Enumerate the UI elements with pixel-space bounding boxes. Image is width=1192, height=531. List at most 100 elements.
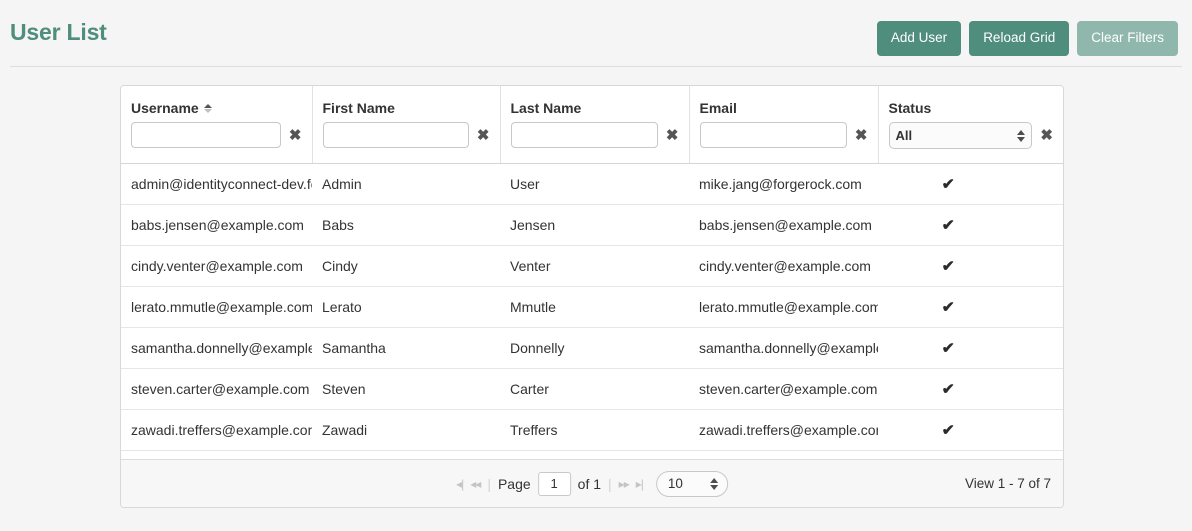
column-header-first-name-label: First Name — [322, 100, 395, 116]
clear-filter-first-name-icon[interactable]: ✖ — [475, 128, 492, 143]
pager-divider-left: | — [487, 475, 491, 492]
page-size-value: 10 — [667, 476, 683, 491]
filter-input-last-name[interactable] — [510, 122, 658, 148]
clear-filter-email-icon[interactable]: ✖ — [853, 128, 870, 143]
last-name-cell: Venter — [500, 245, 689, 287]
clear-filter-status-icon[interactable]: ✖ — [1038, 128, 1055, 143]
column-header-username-label: Username — [131, 100, 199, 116]
clear-filter-username-icon[interactable]: ✖ — [287, 128, 304, 143]
column-header-first-name[interactable]: First Name ✖ — [312, 86, 501, 164]
email-cell: mike.jang@forgerock.com — [689, 163, 878, 205]
filter-row-email: ✖ — [690, 118, 878, 162]
table-row[interactable]: lerato.mmutle@example.com Lerato Mmutle ler… — [121, 286, 1063, 328]
grid-footer: ◂| ◂◂ | Page of 1 | ▸▸ ▸| 10 View 1 - 7 … — [121, 459, 1063, 507]
email-cell: zawadi.treffers@example.com — [689, 409, 878, 451]
column-header-email-label-wrap: Email — [690, 86, 878, 118]
username-cell: babs.jensen@example.com — [121, 204, 312, 246]
email-cell: babs.jensen@example.com — [689, 204, 878, 246]
header-divider — [10, 66, 1182, 67]
user-grid-panel: Username ✖ First Name ✖ Last Name ✖ Emai… — [120, 85, 1064, 508]
user-grid-table: Username ✖ First Name ✖ Last Name ✖ Emai… — [121, 86, 1063, 451]
last-page-icon[interactable]: ▸| — [636, 477, 644, 491]
page-total-label: of 1 — [577, 475, 602, 492]
header-actions: Add User Reload Grid Clear Filters — [876, 21, 1178, 56]
filter-input-email[interactable] — [699, 122, 847, 148]
status-cell: ✔ — [878, 204, 1063, 246]
table-row[interactable]: cindy.venter@example.com Cindy Venter cindy… — [121, 245, 1063, 287]
first-name-cell: Lerato — [312, 286, 500, 328]
column-header-username-label-wrap: Username — [121, 86, 312, 118]
username-cell: admin@identityconnect-dev.forgerock.com — [121, 163, 312, 205]
status-check-icon: ✔ — [941, 258, 956, 275]
filter-input-first-name[interactable] — [322, 122, 469, 148]
table-row[interactable]: babs.jensen@example.com Babs Jensen babs.je… — [121, 204, 1063, 246]
last-name-cell: User — [500, 163, 689, 205]
page-size-spinner-icon — [709, 477, 718, 490]
first-name-cell: Steven — [312, 368, 500, 410]
username-cell: samantha.donnelly@example.com — [121, 327, 312, 369]
email-cell: cindy.venter@example.com — [689, 245, 878, 287]
last-name-cell: Treffers — [500, 409, 689, 451]
reload-grid-button[interactable]: Reload Grid — [969, 21, 1070, 56]
last-name-cell: Carter — [500, 368, 689, 410]
table-row[interactable]: zawadi.treffers@example.com Zawadi Treffer… — [121, 409, 1063, 451]
first-name-cell: Babs — [312, 204, 500, 246]
page-number-input[interactable] — [537, 471, 571, 496]
email-cell: steven.carter@example.com — [689, 368, 878, 410]
status-cell: ✔ — [878, 409, 1063, 451]
filter-row-username: ✖ — [121, 118, 312, 162]
username-cell: zawadi.treffers@example.com — [121, 409, 312, 451]
username-cell: lerato.mmutle@example.com — [121, 286, 312, 328]
grid-body: admin@identityconnect-dev.forgerock.comA… — [121, 163, 1063, 451]
status-check-icon: ✔ — [941, 381, 956, 398]
column-header-last-name[interactable]: Last Name ✖ — [500, 86, 690, 164]
previous-page-icon[interactable]: ◂◂ — [470, 477, 481, 491]
last-name-cell: Donnelly — [500, 327, 689, 369]
add-user-button[interactable]: Add User — [876, 21, 962, 56]
filter-row-first-name: ✖ — [313, 118, 500, 162]
last-name-cell: Jensen — [500, 204, 689, 246]
page-title: User List — [10, 19, 107, 45]
first-page-icon[interactable]: ◂| — [456, 477, 464, 491]
grid-header: Username ✖ First Name ✖ Last Name ✖ Emai… — [121, 86, 1063, 164]
column-header-username[interactable]: Username ✖ — [121, 86, 313, 164]
clear-filters-button[interactable]: Clear Filters — [1077, 21, 1178, 56]
email-cell: lerato.mmutle@example.com — [689, 286, 878, 328]
status-check-icon: ✔ — [941, 217, 956, 234]
table-row[interactable]: steven.carter@example.com Steven Carter ste… — [121, 368, 1063, 410]
filter-row-last-name: ✖ — [501, 118, 689, 162]
filter-select-status-value: All — [895, 128, 913, 143]
pager-divider-right: | — [608, 475, 612, 492]
next-page-icon[interactable]: ▸▸ — [619, 477, 630, 491]
status-check-icon: ✔ — [941, 299, 956, 316]
column-header-email[interactable]: Email ✖ — [689, 86, 879, 164]
filter-row-status: All ✖ — [879, 118, 1064, 163]
first-name-cell: Zawadi — [312, 409, 500, 451]
status-check-icon: ✔ — [941, 422, 956, 439]
status-check-icon: ✔ — [941, 340, 956, 357]
first-name-cell: Cindy — [312, 245, 500, 287]
sort-ascending-icon[interactable] — [203, 103, 212, 114]
column-header-email-label: Email — [699, 100, 737, 116]
record-count-label: View 1 - 7 of 7 — [964, 476, 1051, 491]
email-cell: samantha.donnelly@example.com — [689, 327, 878, 369]
status-cell: ✔ — [878, 286, 1063, 328]
pagination-controls: ◂| ◂◂ | Page of 1 | ▸▸ ▸| 10 — [456, 470, 728, 497]
filter-input-username[interactable] — [131, 122, 281, 148]
column-header-status[interactable]: Status All ✖ — [878, 86, 1063, 164]
first-name-cell: Admin — [312, 163, 500, 205]
first-name-cell: Samantha — [312, 327, 500, 369]
status-cell: ✔ — [878, 368, 1063, 410]
select-spinner-icon — [1017, 129, 1026, 142]
username-cell: cindy.venter@example.com — [121, 245, 312, 287]
clear-filter-last-name-icon[interactable]: ✖ — [664, 128, 681, 143]
table-row[interactable]: admin@identityconnect-dev.forgerock.comA… — [121, 163, 1063, 205]
page-label: Page — [497, 475, 531, 492]
status-cell: ✔ — [878, 327, 1063, 369]
page-size-select[interactable]: 10 — [655, 470, 728, 497]
last-name-cell: Mmutle — [500, 286, 689, 328]
column-header-status-label: Status — [888, 100, 932, 116]
filter-select-status[interactable]: All — [888, 122, 1033, 149]
grid-header-row: Username ✖ First Name ✖ Last Name ✖ Emai… — [121, 86, 1063, 164]
table-row[interactable]: samantha.donnelly@example.comSamanthaDon… — [121, 327, 1063, 369]
